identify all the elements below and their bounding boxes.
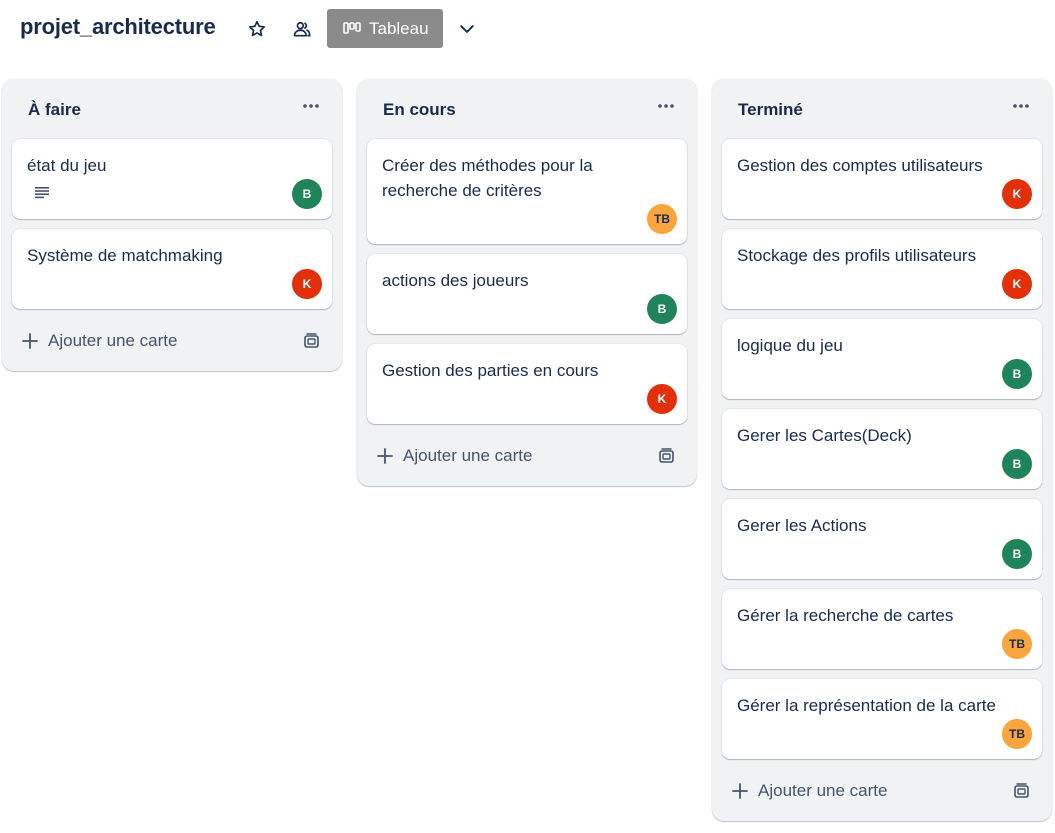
card-title: logique du jeu (737, 336, 843, 355)
card[interactable]: logique du jeu B (722, 319, 1042, 399)
board-view-button[interactable]: Tableau (327, 9, 443, 48)
list-en-cours: En cours Créer des méthodes pour la rech… (357, 79, 697, 486)
plus-icon (22, 333, 38, 349)
create-from-template-button[interactable] (655, 445, 677, 467)
member-avatar[interactable]: B (647, 294, 677, 324)
visibility-button[interactable] (286, 13, 318, 45)
card-title: Gestion des comptes utilisateurs (737, 156, 983, 175)
member-avatar[interactable]: K (647, 384, 677, 414)
card[interactable]: Gestion des comptes utilisateurs K (722, 139, 1042, 219)
card-title: actions des joueurs (382, 271, 529, 290)
card[interactable]: Gérer la recherche de cartes TB (722, 589, 1042, 669)
template-icon (658, 447, 674, 463)
plus-icon (732, 783, 748, 799)
list-termine: Terminé Gestion des comptes utilisateurs… (712, 79, 1052, 821)
member-avatar[interactable]: K (292, 269, 322, 299)
member-avatar[interactable]: K (1002, 269, 1032, 299)
member-avatar[interactable]: B (292, 179, 322, 209)
card[interactable]: Stockage des profils utilisateurs K (722, 229, 1042, 309)
chevron-down-icon (460, 25, 474, 33)
card[interactable]: Gerer les Cartes(Deck) B (722, 409, 1042, 489)
people-icon (293, 21, 311, 37)
list-menu-button[interactable] (1008, 93, 1034, 119)
card[interactable]: état du jeu B (12, 139, 332, 219)
member-avatar[interactable]: TB (1002, 719, 1032, 749)
list-title[interactable]: En cours (383, 100, 456, 120)
card-title: Gestion des parties en cours (382, 361, 599, 380)
card[interactable]: Gérer la représentation de la carte TB (722, 679, 1042, 759)
add-card-button[interactable]: Ajouter une carte (377, 443, 577, 469)
template-icon (303, 332, 319, 348)
card-title: Stockage des profils utilisateurs (737, 246, 977, 265)
list-header: À faire (2, 79, 342, 139)
view-dropdown-button[interactable] (451, 13, 483, 45)
card-title: état du jeu (27, 156, 107, 175)
card[interactable]: Gestion des parties en cours K (367, 344, 687, 424)
add-card-label: Ajouter une carte (48, 331, 178, 350)
list-menu-button[interactable] (653, 93, 679, 119)
more-icon (303, 104, 319, 108)
member-avatar[interactable]: B (1002, 449, 1032, 479)
card[interactable]: Gerer les Actions B (722, 499, 1042, 579)
card-title: Gérer la recherche de cartes (737, 606, 954, 625)
star-icon (248, 20, 266, 37)
card[interactable]: Créer des méthodes pour la recherche de … (367, 139, 687, 244)
list-a-faire: À faire état du jeu B Système de matchma… (2, 79, 342, 371)
card[interactable]: Système de matchmaking K (12, 229, 332, 309)
board-title[interactable]: projet_architecture (20, 14, 216, 40)
card[interactable]: actions des joueurs B (367, 254, 687, 334)
member-avatar[interactable]: B (1002, 359, 1032, 389)
plus-icon (377, 448, 393, 464)
list-header: En cours (357, 79, 697, 139)
add-card-label: Ajouter une carte (758, 781, 888, 800)
add-card-label: Ajouter une carte (403, 446, 533, 465)
description-icon (35, 187, 49, 199)
list-title[interactable]: À faire (28, 100, 81, 120)
card-title: Gérer la représentation de la carte (737, 696, 996, 715)
card-title: Système de matchmaking (27, 246, 223, 265)
list-header: Terminé (712, 79, 1052, 139)
more-icon (1013, 104, 1029, 108)
board-view-label: Tableau (369, 18, 429, 38)
more-icon (658, 104, 674, 108)
card-title: Créer des méthodes pour la recherche de … (382, 156, 593, 200)
member-avatar[interactable]: B (1002, 539, 1032, 569)
template-icon (1013, 782, 1029, 798)
card-title: Gerer les Actions (737, 516, 867, 535)
add-card-button[interactable]: Ajouter une carte (732, 778, 932, 804)
card-title: Gerer les Cartes(Deck) (737, 426, 912, 445)
member-avatar[interactable]: TB (1002, 629, 1032, 659)
member-avatar[interactable]: K (1002, 179, 1032, 209)
list-menu-button[interactable] (298, 93, 324, 119)
board-columns-icon (343, 21, 361, 34)
member-avatar[interactable]: TB (647, 204, 677, 234)
board-header: projet_architecture Tableau (0, 0, 1055, 58)
create-from-template-button[interactable] (300, 330, 322, 352)
star-button[interactable] (241, 13, 273, 45)
add-card-button[interactable]: Ajouter une carte (22, 328, 222, 354)
create-from-template-button[interactable] (1010, 780, 1032, 802)
list-title[interactable]: Terminé (738, 100, 803, 120)
